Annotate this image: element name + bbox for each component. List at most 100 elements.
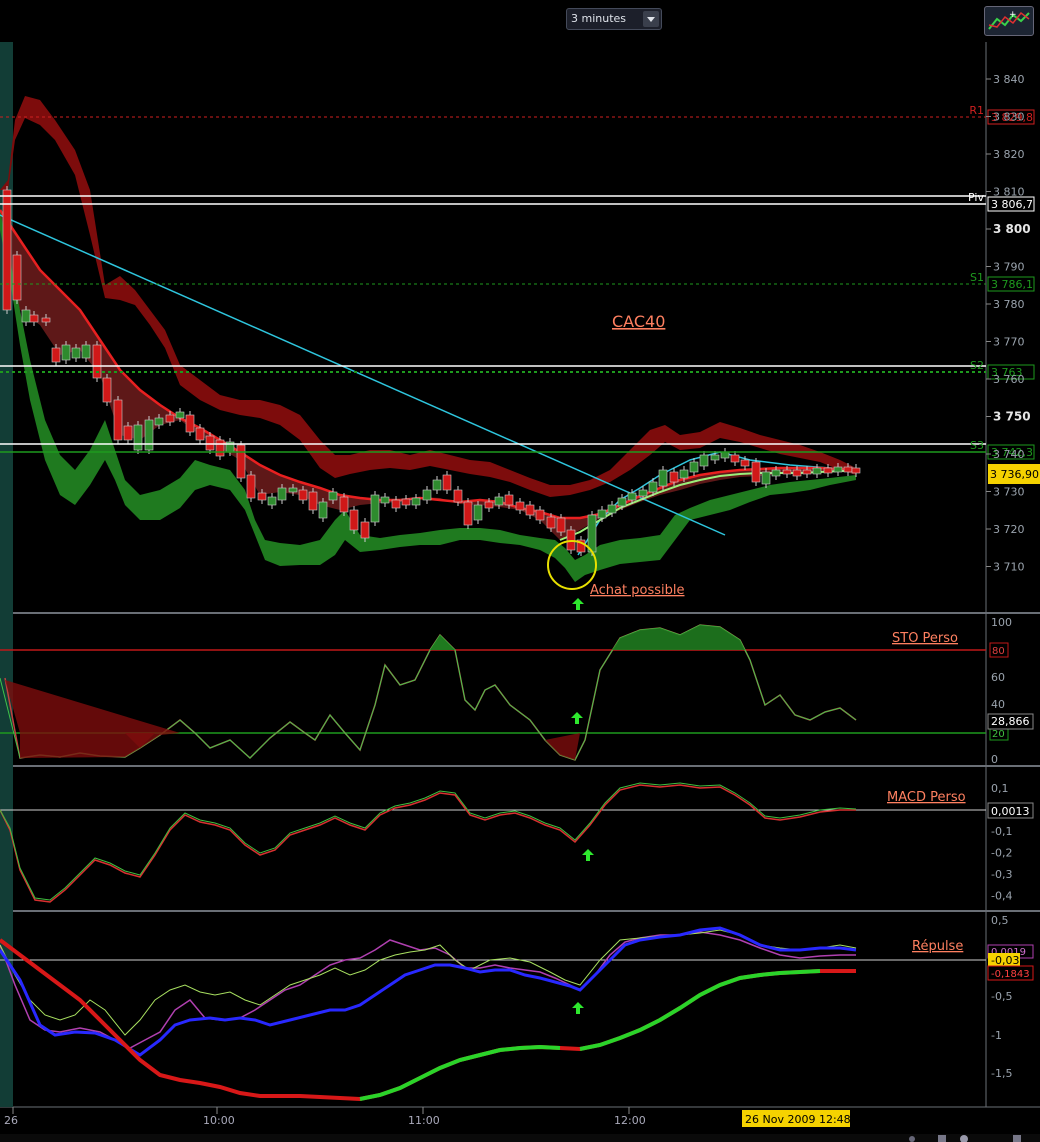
- candle[interactable]: [484, 501, 494, 509]
- candle[interactable]: [463, 501, 473, 526]
- candle[interactable]: [205, 435, 215, 451]
- candle[interactable]: [699, 454, 709, 467]
- macd-pane[interactable]: [0, 768, 1040, 910]
- price-tick-label: 3 780: [993, 298, 1025, 311]
- candle[interactable]: [607, 504, 617, 514]
- candle[interactable]: [669, 471, 679, 483]
- chart-canvas[interactable]: R13 829,8Piv3 806,7S13 786,1S23 763S33 7…: [0, 0, 1040, 1142]
- instrument-title: CAC40: [612, 312, 665, 331]
- candle[interactable]: [401, 498, 411, 506]
- candle[interactable]: [29, 314, 39, 323]
- candle[interactable]: [246, 474, 256, 499]
- candle[interactable]: [144, 419, 154, 451]
- candle[interactable]: [257, 492, 267, 501]
- candle[interactable]: [730, 454, 740, 463]
- macd-title: MACD Perso: [887, 790, 966, 805]
- candle[interactable]: [21, 309, 31, 323]
- sto-pane[interactable]: [0, 615, 1040, 765]
- candle[interactable]: [658, 469, 668, 487]
- candle[interactable]: [597, 509, 607, 519]
- candle[interactable]: [339, 496, 349, 513]
- price-tick-label: 3 800: [993, 222, 1031, 236]
- candle[interactable]: [102, 377, 112, 403]
- candle[interactable]: [515, 501, 525, 511]
- candle[interactable]: [165, 414, 175, 423]
- candle[interactable]: [298, 489, 308, 501]
- candle[interactable]: [504, 494, 514, 506]
- candle[interactable]: [12, 254, 22, 301]
- lock-icon[interactable]: [938, 1135, 946, 1142]
- candle[interactable]: [422, 489, 432, 501]
- macd-value: 0,0013: [991, 805, 1030, 818]
- candle[interactable]: [720, 451, 730, 459]
- candle[interactable]: [123, 425, 133, 441]
- candle[interactable]: [2, 189, 12, 311]
- candle[interactable]: [751, 461, 761, 483]
- settings-icon[interactable]: [1013, 1135, 1021, 1142]
- candle[interactable]: [851, 467, 861, 474]
- macd-tick-label: -0,3: [991, 868, 1012, 881]
- candle[interactable]: [802, 469, 812, 475]
- candle[interactable]: [432, 479, 442, 491]
- candle[interactable]: [370, 494, 380, 523]
- candle[interactable]: [453, 489, 463, 503]
- candle[interactable]: [154, 417, 164, 426]
- candle[interactable]: [61, 344, 71, 361]
- candle[interactable]: [308, 491, 318, 511]
- candle[interactable]: [133, 424, 143, 451]
- candle[interactable]: [442, 474, 452, 491]
- candle[interactable]: [380, 496, 390, 504]
- macd-tick-label: 0,1: [991, 782, 1009, 795]
- candle[interactable]: [318, 501, 328, 519]
- candle[interactable]: [833, 466, 843, 473]
- pivot-label: R1: [969, 104, 984, 117]
- candle[interactable]: [185, 414, 195, 433]
- candle[interactable]: [411, 497, 421, 506]
- candle[interactable]: [792, 469, 802, 477]
- candle[interactable]: [195, 427, 205, 441]
- candle[interactable]: [617, 497, 627, 507]
- candle[interactable]: [267, 496, 277, 506]
- candle[interactable]: [277, 487, 287, 501]
- candle[interactable]: [175, 411, 185, 419]
- candle[interactable]: [328, 491, 338, 501]
- candle[interactable]: [349, 509, 359, 531]
- candle[interactable]: [494, 496, 504, 506]
- candle[interactable]: [556, 517, 566, 533]
- candle[interactable]: [113, 399, 123, 441]
- candle[interactable]: [823, 467, 833, 474]
- candle[interactable]: [41, 317, 51, 323]
- candle[interactable]: [391, 499, 401, 509]
- repulse-pane[interactable]: [0, 913, 1040, 1106]
- candle[interactable]: [740, 459, 750, 467]
- status-dot-icon[interactable]: [909, 1136, 915, 1142]
- candle[interactable]: [215, 439, 225, 457]
- candle[interactable]: [535, 509, 545, 521]
- pivot-label: S2: [970, 359, 984, 372]
- candle[interactable]: [679, 469, 689, 479]
- candle[interactable]: [648, 481, 658, 493]
- candle[interactable]: [689, 461, 699, 473]
- candle[interactable]: [236, 444, 246, 479]
- candle[interactable]: [71, 347, 81, 359]
- candle[interactable]: [843, 466, 853, 473]
- candle[interactable]: [546, 516, 556, 529]
- candle[interactable]: [812, 467, 822, 475]
- candle[interactable]: [782, 469, 792, 475]
- candle[interactable]: [360, 521, 370, 539]
- candle[interactable]: [288, 487, 298, 493]
- candle[interactable]: [710, 454, 720, 461]
- candle[interactable]: [92, 344, 102, 379]
- candle[interactable]: [51, 347, 61, 363]
- candle[interactable]: [587, 514, 597, 553]
- candle[interactable]: [566, 529, 576, 551]
- candle[interactable]: [761, 471, 771, 485]
- candle[interactable]: [525, 504, 535, 516]
- candle[interactable]: [627, 492, 637, 501]
- candle[interactable]: [638, 489, 648, 497]
- candle[interactable]: [473, 504, 483, 521]
- repulse-value-3: -0,1843: [991, 969, 1030, 980]
- candle[interactable]: [771, 469, 781, 477]
- pivot-label: Piv: [968, 191, 984, 204]
- candle[interactable]: [81, 344, 91, 359]
